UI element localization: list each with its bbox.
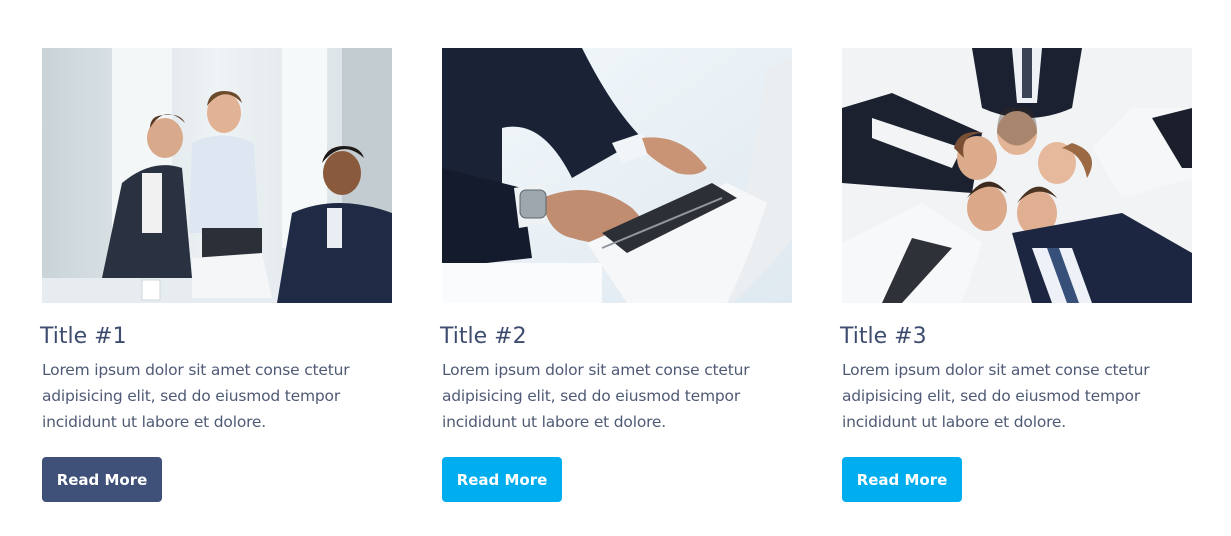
card-description: Lorem ipsum dolor sit amet conse ctetur … <box>442 361 750 431</box>
laptop-typing-photo <box>442 48 792 303</box>
read-more-button[interactable]: Read More <box>442 457 562 502</box>
card-description: Lorem ipsum dolor sit amet conse ctetur … <box>42 361 350 431</box>
card-title: Title #2 <box>440 324 527 349</box>
card-description: Lorem ipsum dolor sit amet conse ctetur … <box>842 361 1150 431</box>
card-title: Title #1 <box>40 324 127 349</box>
read-more-button[interactable]: Read More <box>842 457 962 502</box>
card-1: Title #1 Lorem ipsum dolor sit amet cons… <box>40 48 392 502</box>
business-meeting-photo <box>42 48 392 303</box>
card-title: Title #3 <box>840 324 927 349</box>
card-2: Title #2 Lorem ipsum dolor sit amet cons… <box>440 48 792 502</box>
read-more-button[interactable]: Read More <box>42 457 162 502</box>
card-3: Title #3 Lorem ipsum dolor sit amet cons… <box>840 48 1192 502</box>
team-circle-photo <box>842 48 1192 303</box>
